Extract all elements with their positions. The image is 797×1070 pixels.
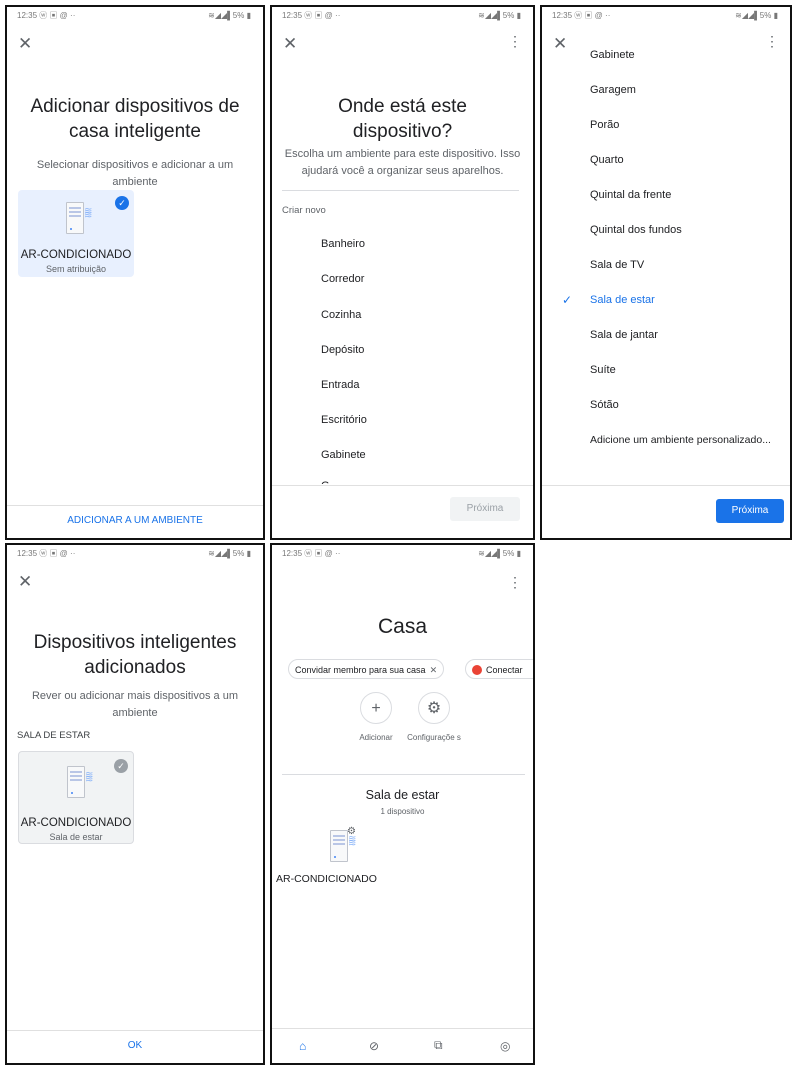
section-label-create-new: Criar novo [282,205,326,216]
room-option[interactable]: Suíte [590,364,616,376]
more-vert-icon[interactable]: ⋮ [508,575,522,589]
home-icon[interactable]: ⌂ [299,1039,306,1053]
next-button[interactable]: Próxima [716,499,784,523]
chip-label: Convidar membro para sua casa [295,665,426,675]
more-vert-icon[interactable]: ⋮ [508,34,522,48]
status-icons: ≋◢◢▌5% ▮ [478,548,521,558]
room-option[interactable]: Depósito [321,344,364,356]
status-bar: 12:35 ⓦ ▣ @ ·· ≋◢◢▌5% ▮ [7,7,263,23]
status-time: 12:35 ⓦ ▣ @ ·· [17,10,76,20]
page-subtitle: Selecionar dispositivos e adicionar a um… [36,159,234,188]
settings-button[interactable]: ⚙ [418,692,450,724]
room-option[interactable]: Sótão [590,399,619,411]
panel-choose-room: 12:35 ⓦ ▣ @ ·· ≋◢◢▌5% ▮ ✕ ⋮ Onde está es… [270,5,535,540]
check-icon: ✓ [562,293,573,307]
more-vert-icon[interactable]: ⋮ [765,34,779,48]
room-option[interactable]: Quarto [590,154,624,166]
status-bar: 12:35 ⓦ ▣ @ ·· ≋◢◢▌5% ▮ [272,545,533,561]
page-title: Onde está este dispositivo? [338,96,467,142]
page-subtitle: Rever ou adicionar mais dispositivos a u… [31,690,239,719]
add-button[interactable]: + [360,692,392,724]
status-icons: ≋◢◢▌5% ▮ [208,548,251,558]
ok-button[interactable]: OK [7,1040,263,1051]
room-option[interactable]: Escritório [321,414,367,426]
status-time: 12:35 ⓦ ▣ @ ·· [552,10,611,20]
add-label: Adicionar [359,733,393,742]
room-option[interactable]: Banheiro [321,238,365,250]
check-icon: ✓ [114,759,128,773]
media-icon[interactable]: ⧉ [434,1038,443,1053]
panel-room-list: 12:35 ⓦ ▣ @ ·· ≋◢◢▌5% ▮ ✕ ⋮ Gabinete Gar… [540,5,792,540]
status-time: 12:35 ⓦ ▣ @ ·· [282,548,341,558]
room-option[interactable]: Cozinha [321,309,361,321]
device-room: Sala de estar [49,832,103,842]
status-icons: ≋◢◢▌5% ▮ [208,10,251,20]
connect-chip[interactable]: Conectar [465,659,533,679]
chip-label: Conectar [486,665,523,675]
page-subtitle: Escolha um ambiente para este dispositiv… [284,148,521,177]
connect-icon [472,664,482,675]
close-icon[interactable]: ✕ [18,35,32,52]
device-name: AR-CONDICIONADO [20,249,132,261]
status-icons: ≋◢◢▌5% ▮ [735,10,778,20]
close-icon[interactable]: ✕ [18,573,32,590]
gear-icon: ⚙ [347,826,356,837]
invite-member-chip[interactable]: Convidar membro para sua casa ✕ [288,659,445,679]
close-icon[interactable]: ✕ [283,35,297,52]
room-option[interactable]: Gabinete [590,49,635,61]
room-option-selected[interactable]: Sala de estar [590,294,655,306]
room-option[interactable]: Quintal da frente [590,189,671,201]
divider [282,190,519,191]
page-title: Casa [377,615,428,638]
status-time: 12:35 ⓦ ▣ @ ·· [17,548,76,558]
status-icons: ≋◢◢▌5% ▮ [478,10,521,20]
device-card-ac[interactable]: ≋ ≋ ✓ AR-CONDICIONADO Sem atribuição [18,190,134,277]
add-custom-room-option[interactable]: Adicione um ambiente personalizado... [590,434,771,446]
room-device-count: 1 dispositivo [380,807,425,816]
room-option[interactable]: Garagem [590,84,636,96]
device-card-ac[interactable]: ≋ ≋ ✓ AR-CONDICIONADO Sala de estar [18,751,134,844]
gear-icon: ⚙ [426,700,442,717]
settings-label: Configuraçõe s [407,733,461,742]
device-name[interactable]: AR-CONDICIONADO [276,873,377,885]
room-header: SALA DE ESTAR [17,730,91,741]
room-option-partial[interactable]: G [321,480,330,484]
room-option[interactable]: Porão [590,119,619,131]
status-bar: 12:35 ⓦ ▣ @ ·· ≋◢◢▌5% ▮ [542,7,790,23]
check-icon: ✓ [115,196,129,210]
plus-icon: + [371,700,381,717]
status-bar: 12:35 ⓦ ▣ @ ·· ≋◢◢▌5% ▮ [272,7,533,23]
room-option[interactable]: Corredor [321,273,364,285]
room-title[interactable]: Sala de estar [282,787,523,803]
device-status: Sem atribuição [45,264,107,274]
panel-add-devices: 12:35 ⓦ ▣ @ ·· ≋◢◢▌5% ▮ ✕ Adicionar disp… [5,5,265,540]
page-title: Adicionar dispositivos de casa inteligen… [30,96,240,142]
divider [282,774,525,775]
account-icon[interactable]: ◎ [500,1039,510,1053]
add-to-room-button[interactable]: ADICIONAR A UM AMBIENTE [7,515,263,526]
close-icon[interactable]: ✕ [430,665,438,675]
room-option[interactable]: Entrada [321,379,360,391]
device-name: AR-CONDICIONADO [20,817,132,829]
close-icon[interactable]: ✕ [553,35,567,52]
room-option[interactable]: Gabinete [321,449,366,461]
next-button[interactable]: Próxima [450,497,520,521]
panel-devices-added: 12:35 ⓦ ▣ @ ·· ≋◢◢▌5% ▮ ✕ Dispositivos i… [5,543,265,1065]
status-bar: 12:35 ⓦ ▣ @ ·· ≋◢◢▌5% ▮ [7,545,263,561]
room-option[interactable]: Sala de jantar [590,329,658,341]
panel-home: 12:35 ⓦ ▣ @ ·· ≋◢◢▌5% ▮ ⋮ Casa Convidar … [270,543,535,1065]
page-title: Dispositivos inteligentes adicionados [33,632,237,678]
explore-icon[interactable]: ⊘ [369,1039,379,1053]
status-time: 12:35 ⓦ ▣ @ ·· [282,10,341,20]
room-option[interactable]: Quintal dos fundos [590,224,682,236]
room-option[interactable]: Sala de TV [590,259,644,271]
